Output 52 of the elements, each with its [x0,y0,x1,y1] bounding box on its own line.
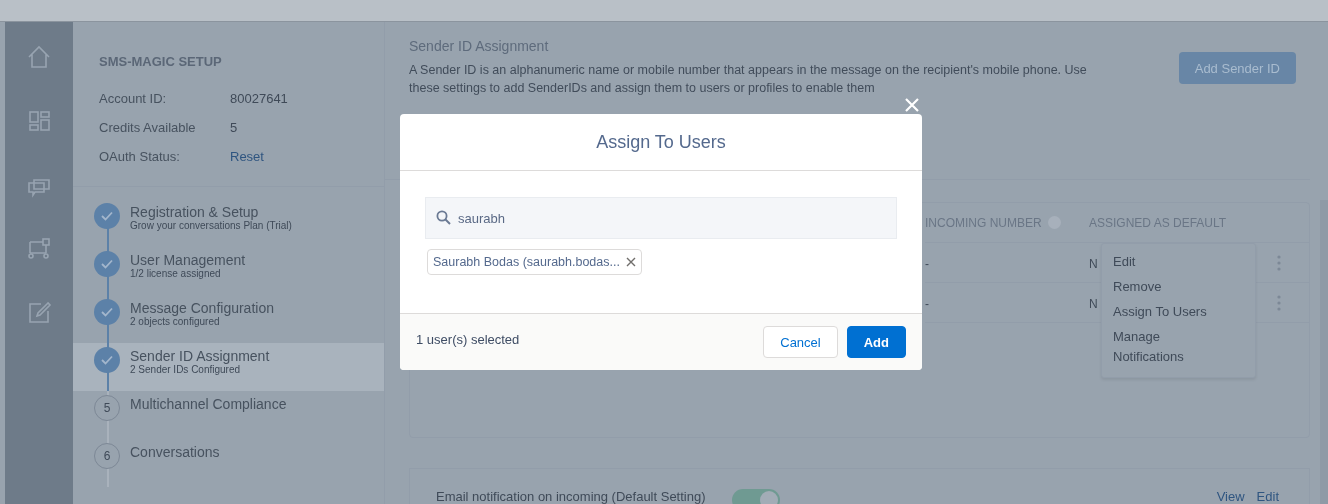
step-item[interactable]: User Management 1/2 license assigned [73,247,384,295]
selection-count: 1 user(s) selected [416,331,520,347]
reset-link[interactable]: Reset [230,149,264,164]
setup-title: SMS-MAGIC SETUP [99,54,223,69]
search-field[interactable]: saurabh [425,197,897,239]
notification-label: Email notification on incoming (Default Setting) [436,489,706,504]
table-cell: N [1089,296,1098,311]
search-icon [436,210,451,225]
field-value: 5 [230,120,238,135]
dashboard-icon[interactable] [26,108,52,134]
menu-item[interactable]: Edit [1113,252,1213,272]
step-title: User Management [130,252,246,268]
step-number: 5 [94,395,120,421]
remove-icon[interactable] [625,257,636,267]
step-subtitle: 1/2 license assigned [130,268,222,279]
step-subtitle: 2 Sender IDs Configured [130,364,242,375]
section-title: Sender ID Assignment [409,38,550,54]
section-description: A Sender ID is an alphanumeric name or mobile number that appears in the message on the recipient's mobile phone. Use these settings to add SenderIDs and assign them to users or profiles to enable them [409,62,1088,97]
step-title: Registration & Setup [130,204,260,220]
flow-icon[interactable] [26,236,52,262]
close-button[interactable] [904,97,920,113]
home-icon[interactable] [26,44,52,70]
cancel-button[interactable]: Cancel [763,326,838,358]
notification-link[interactable]: View [1216,489,1245,504]
step-item[interactable]: 5 Multichannel Compliance [73,391,384,439]
step-number: 6 [94,443,120,469]
dialog-title: Assign To Users [596,131,726,153]
table-cell: N [1089,256,1098,271]
table-cell: - [925,296,929,311]
add-button[interactable]: Add [846,326,906,358]
step-item[interactable]: Sender ID Assignment 2 Sender IDs Configured [73,343,384,391]
table-cell: - [925,256,929,271]
step-item[interactable]: Message Configuration 2 objects configured [73,295,384,343]
field-label: Account ID: [99,91,168,106]
step-title: Message Configuration [130,300,274,316]
step-item[interactable]: 6 Conversations [73,439,384,487]
pill-label: Saurabh Bodas (saurabh.bodas... [433,255,620,269]
step-title: Multichannel Compliance [130,396,287,412]
add-sender-id-button[interactable]: Add Sender ID [1178,52,1296,84]
field-value: 80027641 [230,91,288,106]
edit-icon[interactable] [26,300,52,326]
step-subtitle: 2 objects configured [130,316,221,327]
step-subtitle: Grow your conversations Plan (Trial) [130,220,292,231]
menu-item[interactable]: Manage Notifications [1113,327,1213,367]
menu-item[interactable]: Assign To Users [1113,302,1213,322]
field-label: Credits Available [99,120,197,135]
menu-item[interactable]: Remove [1113,277,1213,297]
step-title: Conversations [130,444,220,460]
step-title: Sender ID Assignment [130,348,270,364]
step-item[interactable]: Registration & Setup Grow your conversations Plan (Trial) [73,199,384,247]
notification-link[interactable]: Edit [1256,489,1279,504]
field-label: OAuth Status: [99,149,181,164]
